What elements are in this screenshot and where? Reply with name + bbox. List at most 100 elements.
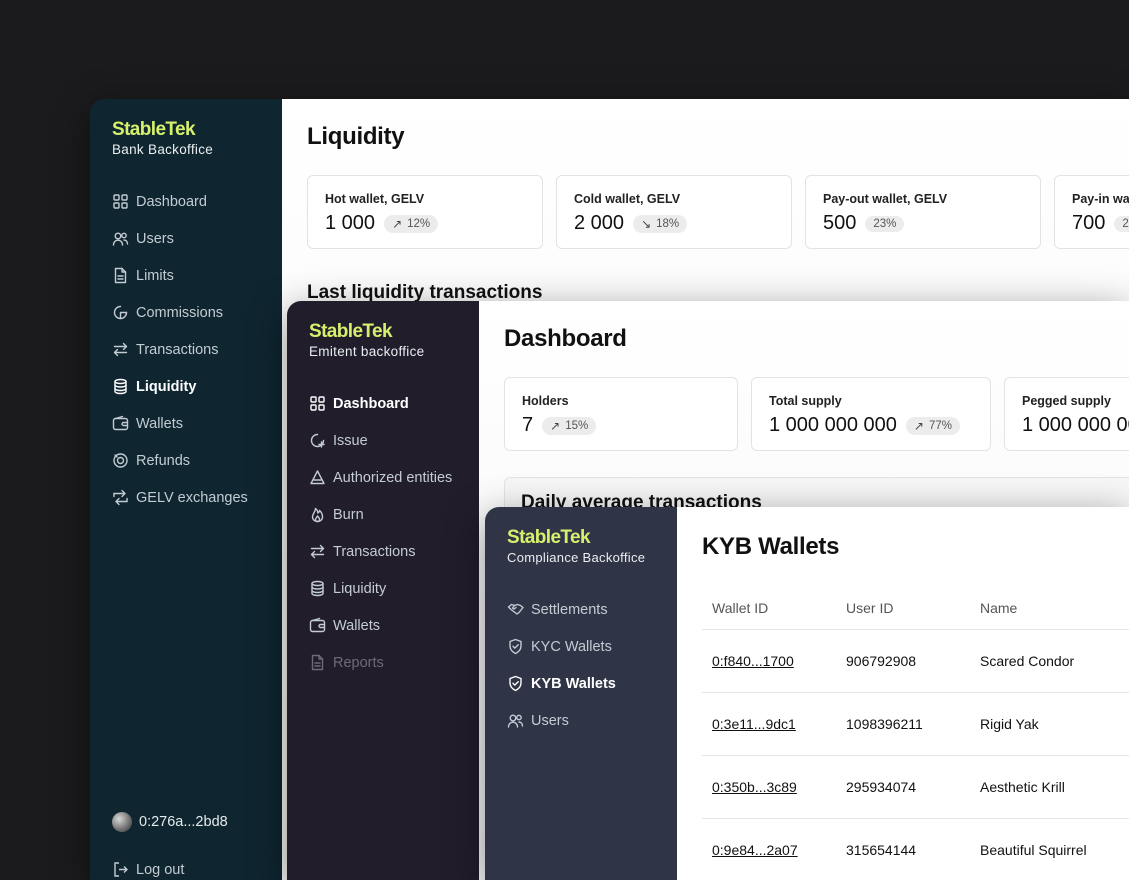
sidebar-item-label: KYC Wallets — [531, 638, 612, 655]
change-value: 23% — [873, 217, 897, 230]
sidebar-item-users[interactable]: Users — [507, 702, 677, 739]
stat-value: 1 000 000 000 — [1022, 414, 1129, 436]
arrow-up-right-icon: ↗ — [392, 216, 403, 231]
sidebar-item-issue[interactable]: Issue — [309, 422, 479, 459]
wallet-id-link[interactable]: 0:350b...3c89 — [712, 779, 797, 795]
sidebar-item-dashboard[interactable]: Dashboard — [309, 385, 479, 422]
sidebar-item-liquidity[interactable]: Liquidity — [309, 570, 479, 607]
sidebar-item-label: Users — [531, 712, 569, 729]
stat-label: Hot wallet, GELV — [325, 192, 425, 206]
sidebar-item-label: Burn — [333, 506, 364, 523]
wallet-id-cell: 0:350b...3c89 — [702, 755, 836, 819]
commission-icon — [112, 304, 129, 321]
wallet-id-cell: 0:f840...1700 — [702, 629, 836, 693]
sidebar-item-label: Authorized entities — [333, 469, 453, 486]
stat-card: Pay-in wallet, GELV 700 2 — [1054, 175, 1129, 249]
stat-card: Pay-out wallet, GELV 500 23% — [805, 175, 1041, 249]
grid-icon — [112, 193, 129, 210]
shield-check-icon — [507, 638, 524, 655]
stat-label: Pay-in wallet, GELV — [1072, 192, 1129, 206]
table-row[interactable]: 0:9e84...2a07 315654144 Beautiful Squirrel — [702, 818, 1129, 880]
sidebar-item-label: Users — [136, 230, 174, 247]
sidebar-item-label: Reports — [333, 654, 384, 671]
stat-value: 7 — [522, 414, 534, 436]
document-icon — [112, 267, 129, 284]
name-cell: Beautiful Squirrel — [970, 818, 1129, 880]
change-value: 12% — [407, 217, 431, 230]
sidebar-item-kyb-wallets[interactable]: KYB Wallets — [507, 665, 677, 702]
sidebar-item-wallets[interactable]: Wallets — [309, 607, 479, 644]
arrows-icon — [309, 543, 326, 560]
sidebar-item-reports[interactable]: Reports — [309, 644, 479, 681]
sidebar-item-wallets[interactable]: Wallets — [112, 405, 282, 442]
user-id-cell: 315654144 — [836, 818, 970, 880]
table-row[interactable]: 0:f840...1700 906792908 Scared Condor — [702, 629, 1129, 693]
wallet-icon — [112, 415, 129, 432]
sidebar-item-burn[interactable]: Burn — [309, 496, 479, 533]
table-row[interactable]: 0:350b...3c89 295934074 Aesthetic Krill — [702, 755, 1129, 819]
column-header-wallet-id[interactable]: Wallet ID — [702, 587, 836, 630]
bank-nav: Dashboard Users Limits Commissions Transacti… — [112, 183, 282, 516]
stat-card: Hot wallet, GELV 1 000 ↗ 12% — [307, 175, 543, 249]
compliance-content: KYB Wallets Wallet ID User ID Name 0:f84… — [677, 507, 1129, 880]
wallet-id-link[interactable]: 0:f840...1700 — [712, 653, 794, 669]
sidebar-item-settlements[interactable]: Settlements — [507, 591, 677, 628]
wallet-id-link[interactable]: 0:3e11...9dc1 — [712, 716, 796, 732]
brand-logo: StableTek — [112, 119, 196, 140]
table-header-row: Wallet ID User ID Name — [702, 587, 1129, 630]
change-badge: ↗ 77% — [905, 416, 960, 435]
compliance-brand: StableTek Compliance Backoffice — [507, 528, 645, 566]
stat-value: 700 — [1072, 212, 1106, 234]
stat-value: 2 000 — [574, 212, 625, 234]
stat-label: Holders — [522, 394, 569, 408]
sidebar-item-kyc-wallets[interactable]: KYC Wallets — [507, 628, 677, 665]
bank-brand: StableTek Bank Backoffice — [112, 119, 213, 158]
emitent-brand: StableTek Emitent backoffice — [309, 322, 425, 360]
refund-icon — [112, 452, 129, 469]
sidebar-item-label: Dashboard — [136, 193, 207, 210]
name-cell: Scared Condor — [970, 629, 1129, 693]
wallet-id-cell: 0:3e11...9dc1 — [702, 692, 836, 756]
sidebar-item-users[interactable]: Users — [112, 220, 282, 257]
column-header-user-id[interactable]: User ID — [836, 587, 970, 630]
sidebar-item-limits[interactable]: Limits — [112, 257, 282, 294]
change-value: 77% — [928, 419, 952, 432]
sidebar-item-label: Wallets — [136, 415, 183, 432]
brand-subtitle: Emitent backoffice — [309, 344, 425, 359]
sidebar-item-transactions[interactable]: Transactions — [309, 533, 479, 570]
users-icon — [507, 712, 524, 729]
user-account[interactable]: 0:276a...2bd8 — [112, 812, 228, 832]
wallet-id-cell: 0:9e84...2a07 — [702, 818, 836, 880]
arrow-up-right-icon: ↗ — [913, 418, 924, 433]
sidebar-item-label: Transactions — [136, 341, 219, 358]
avatar — [112, 812, 132, 832]
sidebar-item-commissions[interactable]: Commissions — [112, 294, 282, 331]
name-cell: Aesthetic Krill — [970, 755, 1129, 819]
stat-value: 500 — [823, 212, 857, 234]
table-row[interactable]: 0:3e11...9dc1 1098396211 Rigid Yak — [702, 692, 1129, 756]
page-title: Dashboard — [504, 325, 627, 352]
sidebar-item-gelv-exchanges[interactable]: GELV exchanges — [112, 479, 282, 516]
stat-card: Holders 7 ↗ 15% — [504, 377, 738, 451]
dashboard-cards: Holders 7 ↗ 15% Total supply 1 000 000 000 ↗ 77… — [504, 377, 1129, 451]
change-badge: 2 — [1114, 215, 1129, 232]
table-body: 0:f840...1700 906792908 Scared Condor 0:3e1… — [702, 629, 1129, 880]
change-value: 18% — [656, 217, 680, 230]
sidebar-item-label: Liquidity — [136, 378, 197, 395]
sidebar-item-authorized-entities[interactable]: Authorized entities — [309, 459, 479, 496]
bank-sidebar: StableTek Bank Backoffice Dashboard Users… — [90, 99, 282, 880]
sidebar-item-dashboard[interactable]: Dashboard — [112, 183, 282, 220]
sidebar-item-refunds[interactable]: Refunds — [112, 442, 282, 479]
column-header-name[interactable]: Name — [970, 587, 1129, 630]
compliance-sidebar: StableTek Compliance Backoffice Settleme… — [485, 507, 677, 880]
arrow-down-right-icon: ↘ — [641, 216, 652, 231]
logout-button[interactable]: Log out — [112, 861, 184, 878]
wallet-id-link[interactable]: 0:9e84...2a07 — [712, 842, 798, 858]
sidebar-item-liquidity[interactable]: Liquidity — [112, 368, 282, 405]
sidebar-item-label: Dashboard — [333, 395, 409, 412]
handshake-icon — [507, 601, 524, 618]
sidebar-item-transactions[interactable]: Transactions — [112, 331, 282, 368]
compliance-backoffice-window: StableTek Compliance Backoffice Settleme… — [485, 507, 1129, 880]
change-value: 15% — [565, 419, 589, 432]
user-id-cell: 295934074 — [836, 755, 970, 819]
